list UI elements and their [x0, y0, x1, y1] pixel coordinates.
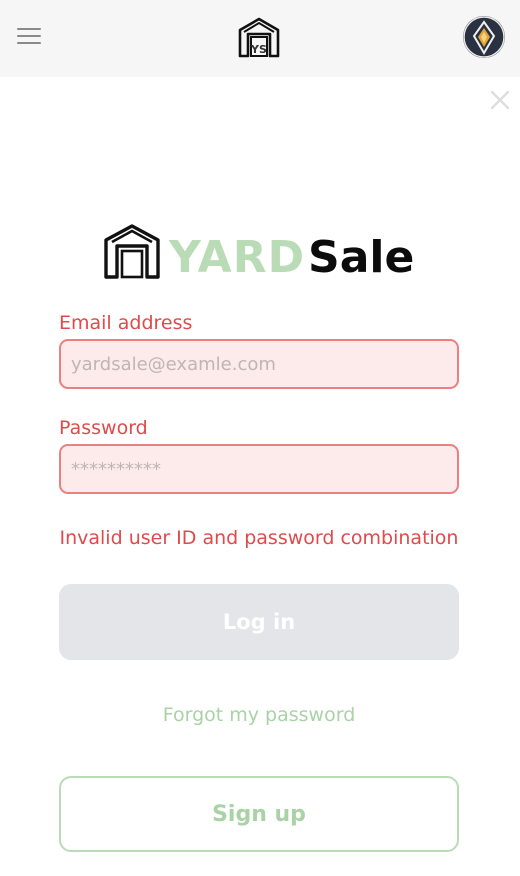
brand-logo: YARD Sale — [103, 222, 423, 283]
close-icon[interactable] — [488, 88, 512, 112]
password-label: Password — [59, 417, 148, 439]
logo-text: YS — [250, 43, 267, 56]
password-field[interactable] — [59, 444, 459, 494]
top-navigation-bar: YS — [0, 0, 520, 77]
hamburger-icon[interactable] — [17, 28, 41, 46]
error-message: Invalid user ID and password combination — [59, 527, 459, 549]
email-field[interactable] — [59, 339, 459, 389]
yard-sale-logo-icon[interactable]: YS — [238, 16, 280, 58]
brand-word-sale: Sale — [308, 232, 415, 283]
signup-button[interactable]: Sign up — [59, 776, 459, 852]
forgot-password-link[interactable]: Forgot my password — [0, 704, 518, 726]
email-label: Email address — [59, 312, 193, 334]
login-button[interactable]: Log in — [59, 584, 459, 660]
yard-sale-logo-icon — [103, 222, 161, 280]
user-avatar-icon[interactable] — [463, 16, 505, 58]
brand-word-yard: YARD — [169, 232, 306, 283]
